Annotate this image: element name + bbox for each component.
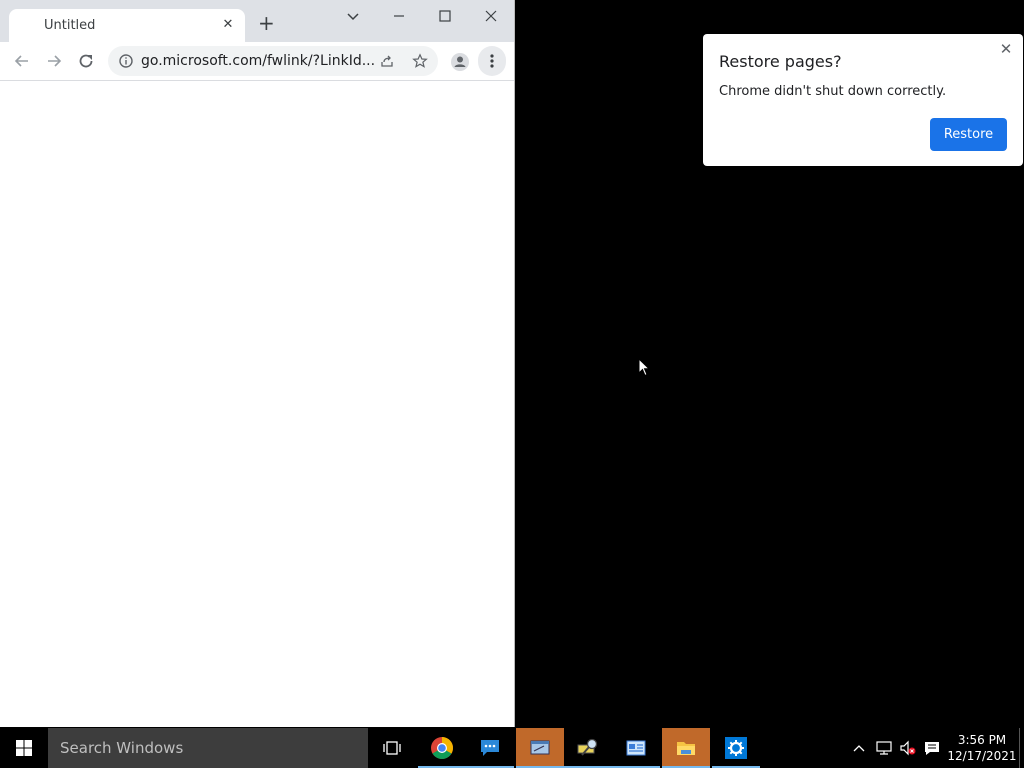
chat-bubble-icon [481, 740, 499, 756]
taskbar-clock[interactable]: 3:56 PM 12/17/2021 [944, 732, 1020, 764]
clock-date: 12/17/2021 [947, 749, 1017, 763]
browser-toolbar: go.microsoft.com/fwlink/?LinkId... [0, 42, 514, 81]
settings-gear-icon [725, 737, 747, 759]
restore-pages-dialog: Restore pages? Chrome didn't shut down c… [703, 34, 1023, 166]
minimize-icon[interactable] [389, 6, 409, 26]
search-placeholder: Search Windows [60, 739, 184, 757]
dialog-close-icon[interactable]: ✕ [999, 42, 1013, 57]
control-panel-icon [626, 740, 646, 756]
back-arrow-icon[interactable] [12, 51, 32, 71]
chevron-up-icon[interactable] [852, 742, 866, 754]
mouse-cursor-icon [638, 358, 650, 377]
task-view-button[interactable] [368, 728, 416, 768]
close-window-icon[interactable] [481, 6, 501, 26]
taskbar-app-window[interactable] [516, 728, 564, 768]
task-view-icon [383, 741, 401, 755]
tab-close-icon[interactable]: ✕ [221, 18, 235, 32]
clock-time: 3:56 PM [957, 733, 1007, 747]
taskbar: Search Windows 3:56 PM 12/17/2021 [0, 728, 1024, 768]
chrome-window: Untitled ✕ + go.microsoft.com/fwlink/?Li… [0, 0, 515, 727]
taskbar-search-box[interactable]: Search Windows [48, 728, 368, 768]
taskbar-chrome[interactable] [418, 728, 466, 768]
chrome-menu-button[interactable] [478, 46, 506, 76]
maximize-icon[interactable] [435, 6, 455, 26]
show-desktop-button[interactable] [1019, 728, 1020, 768]
forward-arrow-icon[interactable] [44, 51, 64, 71]
restore-button[interactable]: Restore [930, 118, 1007, 151]
action-center-icon[interactable] [923, 740, 941, 756]
tab-search-icon[interactable] [343, 6, 363, 26]
dialog-title: Restore pages? [719, 52, 842, 71]
taskbar-messaging[interactable] [466, 728, 514, 768]
magnifier-tool-icon [577, 738, 598, 756]
app-window-icon [530, 740, 550, 755]
chrome-logo-icon [431, 737, 453, 759]
new-tab-button[interactable]: + [258, 13, 275, 33]
network-icon[interactable] [875, 740, 893, 756]
windows-logo-icon [16, 740, 32, 756]
folder-icon [677, 742, 695, 755]
taskbar-file-explorer[interactable] [662, 728, 710, 768]
share-icon[interactable] [379, 53, 395, 69]
volume-muted-icon[interactable] [899, 740, 917, 756]
taskbar-control-panel[interactable] [612, 728, 660, 768]
taskbar-settings[interactable] [712, 728, 760, 768]
taskbar-magnifier-tool[interactable] [564, 728, 612, 768]
url-text: go.microsoft.com/fwlink/?LinkId... [141, 53, 376, 69]
tab-strip: Untitled ✕ + [0, 0, 514, 42]
tab-title: Untitled [44, 18, 96, 33]
more-vert-icon [490, 54, 494, 68]
address-bar[interactable]: go.microsoft.com/fwlink/?LinkId... [108, 46, 438, 76]
profile-avatar-icon[interactable] [450, 52, 470, 72]
bookmark-star-icon[interactable] [412, 53, 428, 69]
reload-icon[interactable] [76, 51, 96, 71]
info-icon[interactable] [118, 53, 134, 69]
start-button[interactable] [0, 728, 48, 768]
dialog-message: Chrome didn't shut down correctly. [719, 84, 947, 99]
page-content [0, 81, 514, 727]
tab-untitled[interactable]: Untitled ✕ [9, 9, 245, 42]
